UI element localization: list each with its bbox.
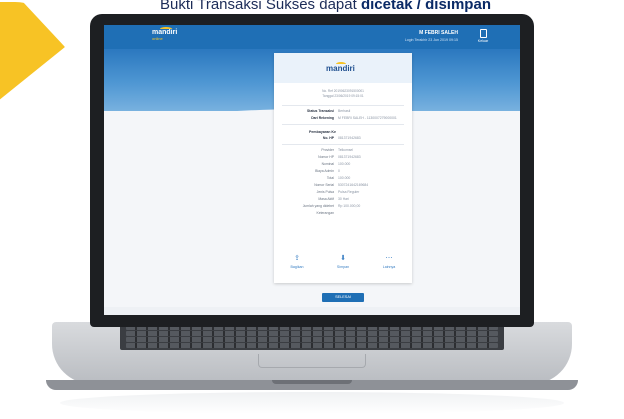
phone-label: No. HP bbox=[322, 136, 334, 140]
simpan-button[interactable]: ⬇ Simpan bbox=[326, 255, 360, 269]
detail-label: Nominal bbox=[321, 162, 334, 166]
last-login: Login Terakhir 23 Jun 2019 09:15 bbox=[404, 38, 458, 42]
detail-label: Jumlah yang didebet bbox=[302, 204, 334, 208]
detail-value: Telkomsel bbox=[338, 148, 354, 152]
laptop-trackpad bbox=[258, 354, 366, 368]
from-account-label: Dari Rekening bbox=[311, 116, 334, 120]
detail-list: Provider Telkomsel Nomor HP 081371942683 Nom… bbox=[274, 147, 412, 217]
detail-label: Nomor Serial bbox=[314, 183, 334, 187]
detail-row: Masa Aktif 30 Hari bbox=[274, 196, 412, 203]
logout-icon bbox=[479, 29, 487, 38]
detail-label: Keterangan bbox=[316, 211, 334, 215]
laptop-reflection bbox=[60, 392, 564, 414]
from-account-value: M FEBRI SALEH - 1130007279000001 bbox=[338, 116, 397, 120]
done-button[interactable]: SELESAI bbox=[322, 293, 364, 302]
status-value: Berhasil bbox=[338, 109, 351, 113]
logo-wave-icon bbox=[160, 27, 172, 31]
payment-section-title: Pembayaran Ke bbox=[309, 130, 336, 134]
detail-row: Biaya Admin 0 bbox=[274, 168, 412, 175]
receipt-card: mandiri No. Ref 20190623091500001 Tangga… bbox=[274, 53, 412, 283]
detail-row: Nominal 100.000 bbox=[274, 161, 412, 168]
detail-row: Provider Telkomsel bbox=[274, 147, 412, 154]
headline: Bukti Transaksi Sukses dapat dicetak / d… bbox=[160, 0, 491, 13]
status-label: Status Transaksi bbox=[307, 109, 334, 113]
page: Bukti Transaksi Sukses dapat dicetak / d… bbox=[0, 0, 624, 419]
logout-button[interactable]: Keluar bbox=[476, 29, 490, 45]
lainnya-button[interactable]: ⋯ Lainnya bbox=[372, 255, 406, 269]
detail-label: Jenis Pulsa bbox=[316, 190, 334, 194]
status-row: Status Transaksi Berhasil bbox=[274, 108, 412, 115]
headline-prefix: Bukti Transaksi Sukses dapat bbox=[160, 0, 361, 13]
receipt-actions: ⇪ Bagikan ⬇ Simpan ⋯ Lainnya bbox=[274, 255, 412, 269]
detail-label: Provider bbox=[321, 148, 334, 152]
detail-row: Nomor HP 081371942683 bbox=[274, 154, 412, 161]
detail-value: 100.000 bbox=[338, 176, 351, 180]
from-account-row: Dari Rekening M FEBRI SALEH - 1130007279… bbox=[274, 115, 412, 122]
receipt-logo-wave-icon bbox=[336, 62, 346, 66]
detail-row: Jumlah yang didebet Rp 100.000,00 bbox=[274, 203, 412, 210]
app-logo-sub: online bbox=[152, 36, 163, 41]
user-name: M FEBRI SALEH bbox=[419, 30, 458, 36]
detail-label: Total bbox=[326, 176, 334, 180]
detail-label: Masa Aktif bbox=[318, 197, 334, 201]
action-label: Bagikan bbox=[290, 265, 304, 269]
bagikan-button[interactable]: ⇪ Bagikan bbox=[280, 255, 314, 269]
divider bbox=[282, 124, 404, 125]
detail-value: 100.000 bbox=[338, 162, 351, 166]
detail-label: Nomor HP bbox=[318, 155, 334, 159]
transaction-date: Tanggal 23/06/2019 09:15:01 bbox=[322, 94, 364, 98]
action-label: Simpan bbox=[336, 265, 350, 269]
headline-emphasis: dicetak / disimpan bbox=[360, 0, 491, 13]
detail-value: 081371942683 bbox=[338, 155, 361, 159]
app-header: mandiri online M FEBRI SALEH Login Terak… bbox=[104, 25, 520, 49]
detail-row: Nomor Serial 5307241642169684 bbox=[274, 182, 412, 189]
yellow-decoration bbox=[0, 2, 65, 102]
detail-value bbox=[338, 210, 406, 217]
phone-row: No. HP 081371942683 bbox=[274, 135, 412, 142]
detail-label: Biaya Admin bbox=[315, 169, 334, 173]
download-icon: ⬇ bbox=[340, 255, 346, 262]
detail-value: Pulsa Reguler bbox=[338, 190, 360, 194]
phone-value: 081371942683 bbox=[338, 136, 361, 140]
detail-value: 30 Hari bbox=[338, 197, 349, 201]
reference-block: No. Ref 20190623091500001 Tanggal 23/06/… bbox=[274, 83, 412, 103]
laptop-keyboard bbox=[120, 324, 504, 350]
share-icon: ⇪ bbox=[294, 255, 300, 262]
divider bbox=[282, 105, 404, 106]
receipt-header: mandiri bbox=[274, 53, 412, 83]
logout-label: Keluar bbox=[477, 39, 489, 43]
detail-row: Jenis Pulsa Pulsa Reguler bbox=[274, 189, 412, 196]
action-label: Lainnya bbox=[382, 265, 396, 269]
detail-value: 0 bbox=[338, 169, 340, 173]
detail-value: Rp 100.000,00 bbox=[338, 204, 361, 208]
detail-row: Total 100.000 bbox=[274, 175, 412, 182]
footer bbox=[104, 307, 520, 315]
detail-value: 5307241642169684 bbox=[338, 183, 369, 187]
laptop-screen: mandiri online M FEBRI SALEH Login Terak… bbox=[104, 25, 520, 315]
divider bbox=[282, 144, 404, 145]
laptop-notch bbox=[272, 380, 352, 384]
detail-row: Keterangan bbox=[274, 210, 412, 217]
more-icon: ⋯ bbox=[385, 255, 393, 262]
